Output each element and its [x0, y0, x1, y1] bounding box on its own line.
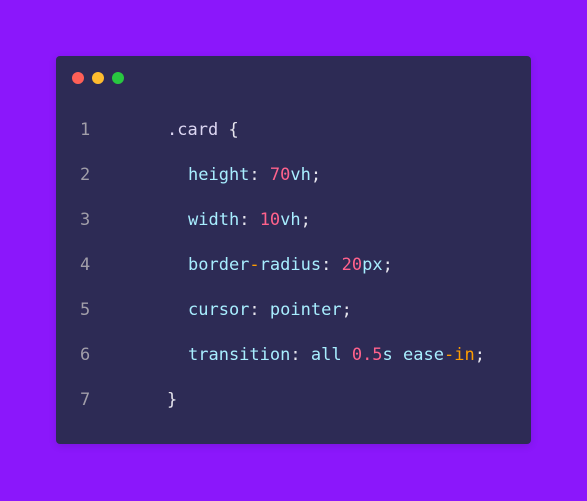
- css-unit: vh: [290, 165, 311, 185]
- line-number: 4: [80, 255, 91, 275]
- line-number: 5: [80, 300, 91, 320]
- close-brace: }: [167, 390, 178, 410]
- line-content: .card {: [167, 118, 239, 142]
- css-value: in: [454, 345, 475, 365]
- colon: :: [249, 300, 260, 320]
- minimize-icon[interactable]: [92, 72, 104, 84]
- css-property: transition: [188, 345, 291, 365]
- css-value: pointer: [269, 300, 342, 320]
- line-number: 6: [80, 345, 91, 365]
- close-icon[interactable]: [72, 72, 84, 84]
- css-unit: s: [382, 345, 393, 365]
- line-number: 1: [80, 120, 91, 140]
- css-property: width: [188, 210, 240, 230]
- css-property: cursor: [188, 300, 250, 320]
- window-controls: [72, 72, 124, 84]
- css-unit: vh: [280, 210, 301, 230]
- line-content: cursor: pointer;: [167, 298, 352, 322]
- code-window: 1 .card { 2 height: 70vh; 3 width: 10vh;…: [56, 56, 531, 444]
- css-value: all: [310, 345, 342, 365]
- open-brace: {: [228, 120, 239, 140]
- colon: :: [321, 255, 332, 275]
- code-line: 3 width: 10vh;: [56, 208, 531, 253]
- code-line: 1 .card {: [56, 118, 531, 163]
- css-number: 10: [259, 210, 281, 230]
- colon: :: [239, 210, 250, 230]
- css-property-dash: -: [249, 255, 260, 275]
- css-value: ease: [403, 345, 444, 365]
- line-number: 2: [80, 165, 91, 185]
- css-value-dash: -: [444, 345, 455, 365]
- colon: :: [290, 345, 301, 365]
- css-selector: .card: [167, 120, 219, 140]
- semicolon: ;: [341, 300, 352, 320]
- maximize-icon[interactable]: [112, 72, 124, 84]
- line-content: border-radius: 20px;: [167, 253, 393, 277]
- css-number: 20: [341, 255, 363, 275]
- line-number: 3: [80, 210, 91, 230]
- css-unit: px: [362, 255, 383, 275]
- code-line: 5 cursor: pointer;: [56, 298, 531, 343]
- code-line: 7 }: [56, 388, 531, 433]
- semicolon: ;: [300, 210, 311, 230]
- semicolon: ;: [382, 255, 393, 275]
- code-block: 1 .card { 2 height: 70vh; 3 width: 10vh;…: [56, 118, 531, 433]
- line-content: width: 10vh;: [167, 208, 311, 232]
- css-property-part: border: [188, 255, 250, 275]
- code-line: 6 transition: all 0.5s ease-in;: [56, 343, 531, 388]
- line-content: }: [167, 388, 177, 412]
- semicolon: ;: [310, 165, 322, 185]
- css-number: 0.5: [351, 345, 383, 365]
- code-line: 4 border-radius: 20px;: [56, 253, 531, 298]
- css-property: height: [188, 165, 250, 185]
- colon: :: [249, 165, 260, 185]
- css-property-part: radius: [259, 255, 322, 275]
- line-content: transition: all 0.5s ease-in;: [167, 343, 485, 367]
- semicolon: ;: [474, 345, 485, 365]
- css-number: 70: [269, 165, 291, 185]
- line-number: 7: [80, 390, 91, 410]
- line-content: height: 70vh;: [167, 163, 321, 187]
- code-line: 2 height: 70vh;: [56, 163, 531, 208]
